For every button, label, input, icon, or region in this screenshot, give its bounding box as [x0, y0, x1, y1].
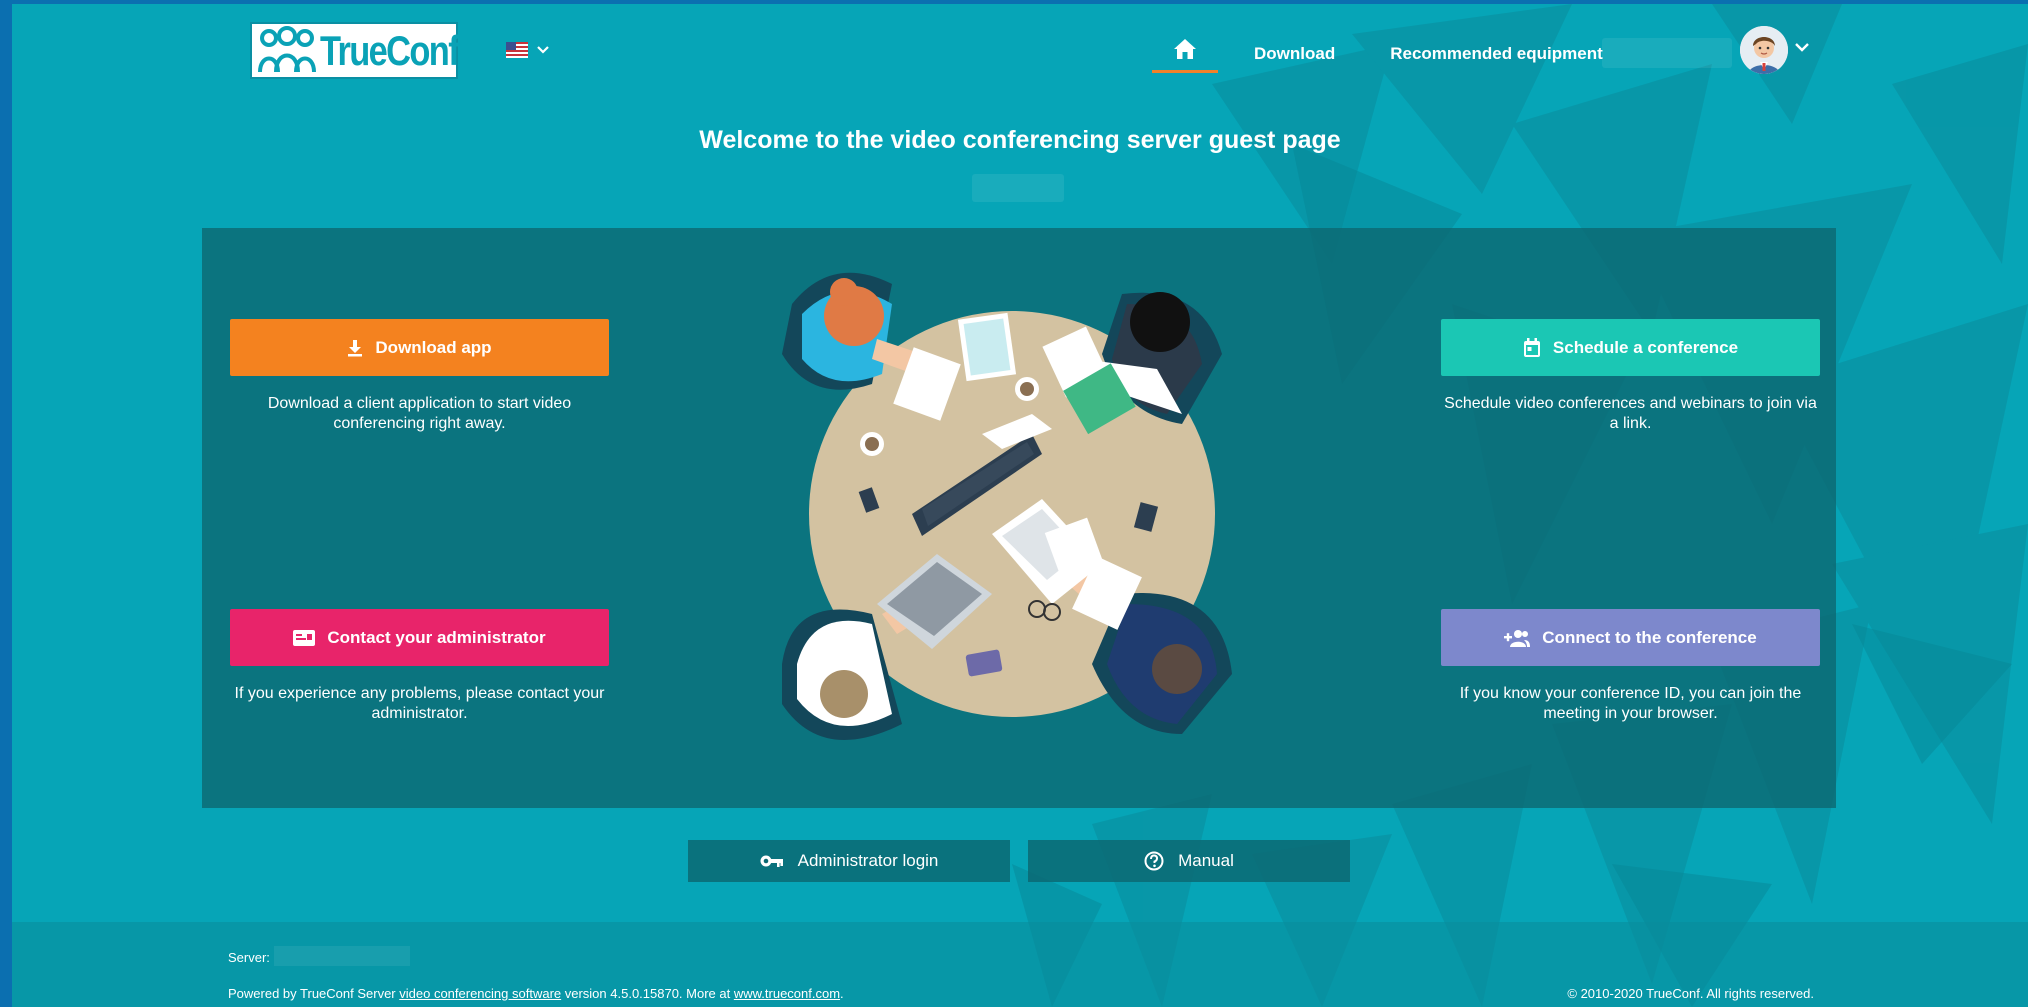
language-selector[interactable]: [506, 42, 550, 58]
download-icon: [348, 339, 363, 356]
contact-card-icon: [293, 629, 316, 646]
add-people-icon: [1504, 629, 1531, 647]
footer: Server: Powered by TrueConf Server video…: [12, 922, 2028, 1007]
contact-administrator-button[interactable]: Contact your administrator: [230, 609, 609, 666]
powered-by-text: Powered by TrueConf Server video confere…: [228, 986, 844, 1001]
powered-suffix: .: [840, 986, 844, 1001]
main-nav: Download Recommended equipment: [1152, 4, 1603, 76]
main-panel: Download app Download a client applicati…: [202, 228, 1836, 808]
video-conferencing-software-link[interactable]: video conferencing software: [399, 986, 561, 1001]
logo-text: TrueConf: [320, 26, 460, 74]
key-icon: [760, 855, 783, 867]
home-icon: [1174, 39, 1196, 59]
download-app-label: Download app: [375, 337, 492, 357]
blurred-subtitle: [972, 174, 1064, 202]
schedule-conference-button[interactable]: Schedule a conference: [1441, 319, 1820, 376]
schedule-conference-description: Schedule video conferences and webinars …: [1444, 395, 1817, 432]
nav-home[interactable]: [1152, 4, 1218, 73]
download-app-description: Download a client application to start v…: [267, 395, 572, 432]
trueconf-website-link[interactable]: www.trueconf.com: [734, 986, 840, 1001]
powered-prefix: Powered by TrueConf Server: [228, 986, 400, 1001]
download-app-button[interactable]: Download app: [230, 319, 609, 376]
trueconf-logo[interactable]: TrueConf: [250, 22, 460, 79]
avatar-icon: [1740, 26, 1788, 74]
user-menu-chevron-icon[interactable]: [1794, 42, 1810, 54]
connect-conference-description: If you know your conference ID, you can …: [1459, 685, 1802, 722]
page-title: Welcome to the video conferencing server…: [699, 126, 1341, 154]
schedule-conference-label: Schedule a conference: [1552, 337, 1739, 357]
nav-recommended-equipment[interactable]: Recommended equipment: [1390, 4, 1603, 76]
blurred-server-value: [274, 946, 410, 966]
people-logo-icon: [258, 25, 316, 72]
manual-button[interactable]: Manual: [1028, 840, 1350, 882]
copyright-text: © 2010-2020 TrueConf. All rights reserve…: [1567, 986, 1814, 1001]
server-label: Server:: [228, 950, 270, 965]
contact-administrator-description: If you experience any problems, please c…: [234, 685, 605, 722]
administrator-login-button[interactable]: Administrator login: [688, 840, 1010, 882]
contact-administrator-label: Contact your administrator: [327, 627, 546, 647]
user-avatar[interactable]: [1740, 26, 1788, 74]
connect-conference-label: Connect to the conference: [1542, 627, 1757, 647]
chevron-down-icon: [537, 46, 549, 54]
connect-conference-button[interactable]: Connect to the conference: [1441, 609, 1820, 666]
meeting-table-illustration: [782, 272, 1232, 740]
help-circle-icon: [1144, 851, 1164, 871]
nav-download[interactable]: Download: [1254, 4, 1335, 76]
manual-label: Manual: [1178, 851, 1234, 870]
us-flag-icon: [506, 42, 528, 58]
calendar-icon: [1523, 337, 1540, 357]
administrator-login-label: Administrator login: [797, 851, 939, 870]
page-background: TrueConf Download Recommended equipment: [12, 4, 2028, 1007]
blurred-nav-item: [1602, 38, 1732, 68]
powered-version: version 4.5.0.15870. More at: [561, 986, 734, 1001]
